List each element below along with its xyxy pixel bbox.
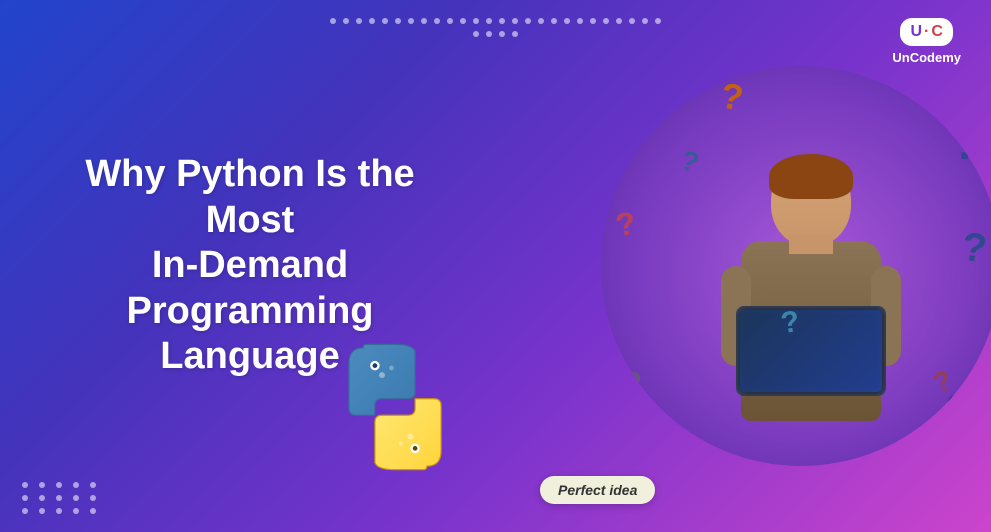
logo-u-letter: U xyxy=(910,23,922,41)
logo-name: UnCodemy xyxy=(892,50,961,65)
logo-badge: U · C xyxy=(900,18,952,46)
logo-area: U · C UnCodemy xyxy=(892,18,961,65)
logo-dot-separator: · xyxy=(924,23,929,41)
decorative-dots-bottom-left xyxy=(22,482,100,514)
main-container: U · C UnCodemy Why Python Is the Most In… xyxy=(0,0,991,532)
perfect-idea-text: Perfect idea xyxy=(558,482,637,498)
right-circle-frame: ? ? ? ? ? ? ? ? ? ? xyxy=(601,66,991,466)
logo-c-letter: C xyxy=(931,23,943,41)
perfect-idea-badge: Perfect idea xyxy=(540,476,655,504)
decorative-dots-top xyxy=(326,18,666,37)
python-logo xyxy=(330,342,460,472)
